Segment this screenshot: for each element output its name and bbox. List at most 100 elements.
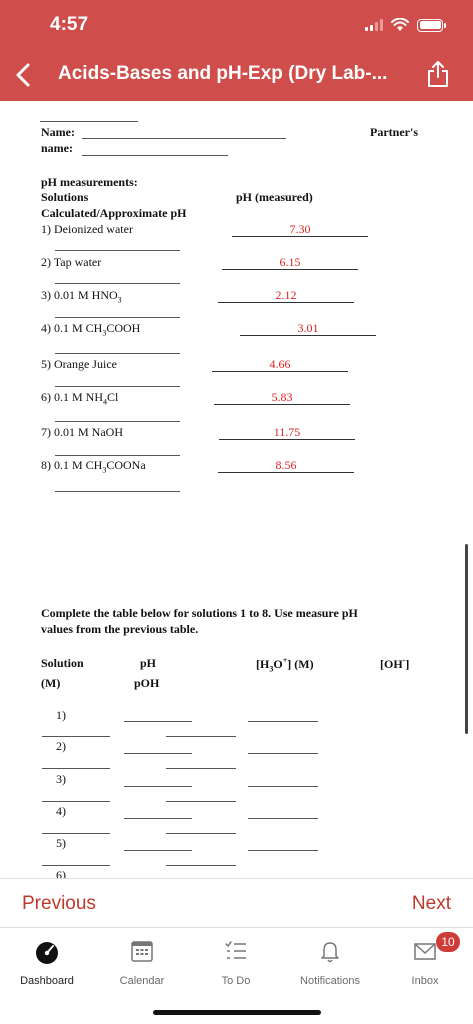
next-button[interactable]: Next: [412, 893, 451, 915]
divider: [55, 455, 180, 456]
calendar-icon: [131, 941, 153, 962]
wifi-icon: [391, 18, 409, 31]
previous-button[interactable]: Previous: [22, 893, 96, 915]
ph-value: 2.12: [275, 288, 297, 302]
solution-label: 6) 0.1 M NH4Cl: [41, 390, 119, 407]
answer-line: [240, 335, 376, 336]
table-row-label: 4): [56, 804, 66, 818]
status-icons: [365, 18, 446, 32]
col-ph-measured: pH (measured): [236, 190, 313, 204]
answer-line: [214, 404, 350, 405]
partner-name-label: name:: [41, 141, 73, 155]
header-ph: pH: [140, 656, 157, 670]
document-view[interactable]: Name: Partner's name: pH measurements: S…: [0, 101, 473, 878]
blank-line: [42, 833, 110, 834]
blank-line: [42, 768, 110, 769]
solution-label: 8) 0.1 M CH3COONa: [41, 458, 146, 475]
tab-dashboard[interactable]: Dashboard: [0, 937, 94, 987]
blank-line: [42, 736, 110, 737]
section-title: pH measurements:: [41, 175, 138, 189]
ph-value: 6.15: [279, 255, 301, 269]
blank-line: [166, 865, 236, 866]
ph-value: 8.56: [275, 458, 297, 472]
table-row-label: 2): [56, 739, 66, 753]
answer-line: [218, 472, 354, 473]
header-molarity: (M): [41, 676, 61, 690]
blank-line: [42, 865, 110, 866]
tab-label: To Do: [221, 975, 251, 987]
answer-line: [222, 269, 358, 270]
ph-value: 4.66: [269, 357, 291, 371]
blank-line: [124, 850, 192, 851]
home-indicator[interactable]: [153, 1010, 321, 1015]
solution-label: 2) Tap water: [41, 255, 102, 269]
tab-label: Inbox: [411, 975, 439, 987]
instructions-line-1: Complete the table below for solutions 1…: [41, 606, 358, 620]
table-row-label: 3): [56, 772, 66, 786]
tab-label: Calendar: [119, 975, 165, 987]
tab-calendar[interactable]: Calendar: [95, 937, 189, 987]
ph-value: 3.01: [297, 321, 319, 335]
solution-label: 3) 0.01 M HNO3: [41, 288, 122, 305]
partner-name-line: [82, 155, 228, 156]
battery-icon: [417, 18, 446, 32]
blank-line: [124, 786, 192, 787]
header-solution: Solution: [41, 656, 84, 670]
share-icon[interactable]: [425, 59, 451, 89]
header-poh: pOH: [134, 676, 160, 690]
scrollbar[interactable]: [465, 544, 468, 734]
solution-label: 7) 0.01 M NaOH: [41, 425, 123, 439]
divider: [55, 491, 180, 492]
blank-line: [166, 736, 236, 737]
blank-line: [248, 850, 318, 851]
solution-label: 4) 0.1 M CH3COOH: [41, 321, 141, 338]
tab-label: Dashboard: [20, 975, 74, 987]
partner-label: Partner's: [370, 125, 418, 139]
dashboard-icon: [36, 942, 58, 964]
page-title: Acids-Bases and pH-Exp (Dry Lab-...: [58, 63, 388, 84]
instructions-line-2: values from the previous table.: [41, 622, 199, 636]
blank-line: [248, 721, 318, 722]
back-arrow-icon[interactable]: [10, 60, 40, 90]
solution-label: 1) Deionized water: [41, 222, 133, 236]
table-row-label: 5): [56, 836, 66, 850]
header-h3o: [H3O+] (M): [256, 656, 314, 674]
signal-icon: [365, 19, 383, 31]
header-oh: [OH-]: [380, 656, 410, 671]
app-header: 4:57 Acids-Bases and pH-Exp (Dry Lab-...: [0, 0, 473, 101]
blank-line: [124, 818, 192, 819]
solution-label: 5) Orange Juice: [41, 357, 117, 371]
blank-line: [248, 786, 318, 787]
divider: [55, 317, 180, 318]
blank-line: [42, 801, 110, 802]
answer-line: [218, 302, 354, 303]
col-calculated: Calculated/Approximate pH: [41, 206, 187, 220]
blank-line: [166, 801, 236, 802]
pager-bar: Previous Next: [0, 878, 473, 928]
tab-notifications[interactable]: Notifications: [283, 937, 377, 987]
divider: [40, 121, 138, 122]
divider: [55, 421, 180, 422]
answer-line: [219, 439, 355, 440]
table-row-label: 1): [56, 708, 66, 722]
divider: [55, 353, 180, 354]
inbox-icon: [414, 943, 436, 960]
todo-icon: [225, 941, 246, 959]
blank-line: [166, 768, 236, 769]
blank-line: [124, 753, 192, 754]
tab-todo[interactable]: To Do: [189, 937, 283, 987]
name-label: Name:: [41, 125, 75, 139]
blank-line: [166, 833, 236, 834]
blank-line: [248, 818, 318, 819]
ph-value: 11.75: [273, 425, 301, 439]
ph-value: 5.83: [271, 390, 293, 404]
blank-line: [124, 721, 192, 722]
tab-label: Notifications: [300, 975, 360, 987]
divider: [55, 386, 180, 387]
name-line: [82, 138, 286, 139]
inbox-badge: 10: [436, 932, 460, 952]
answer-line: [212, 371, 348, 372]
status-time: 4:57: [50, 14, 89, 35]
bell-icon: [321, 942, 339, 963]
col-solutions: Solutions: [41, 190, 89, 204]
